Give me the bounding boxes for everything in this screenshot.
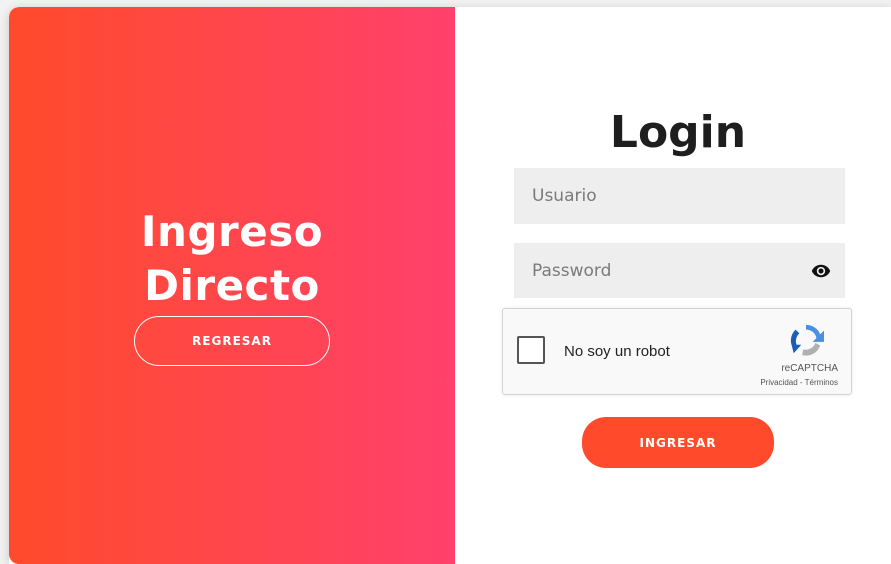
recaptcha-label: No soy un robot bbox=[564, 343, 670, 360]
login-card: Ingreso Directo REGRESAR Login No soy un… bbox=[9, 7, 891, 564]
recaptcha-widget: No soy un robot reCAPTCHA Privacidad - T… bbox=[502, 308, 852, 395]
recaptcha-links: Privacidad - Términos bbox=[760, 378, 838, 387]
login-submit-button[interactable]: INGRESAR bbox=[582, 417, 774, 468]
eye-icon[interactable] bbox=[811, 261, 831, 281]
overlay-title-line2: Directo bbox=[144, 261, 320, 310]
password-input[interactable] bbox=[514, 243, 845, 298]
page-title: Login bbox=[609, 107, 747, 158]
username-input[interactable] bbox=[514, 168, 845, 224]
back-button[interactable]: REGRESAR bbox=[134, 316, 330, 366]
overlay-title: Ingreso Directo bbox=[9, 205, 455, 313]
recaptcha-checkbox[interactable] bbox=[517, 336, 545, 364]
recaptcha-privacy-link[interactable]: Privacidad bbox=[760, 378, 797, 387]
login-form-panel: Login No soy un robot reCAPTCHA Privacid… bbox=[455, 7, 891, 564]
overlay-title-line1: Ingreso bbox=[140, 207, 324, 256]
recaptcha-link-separator: - bbox=[797, 378, 805, 387]
recaptcha-terms-link[interactable]: Términos bbox=[805, 378, 838, 387]
recaptcha-logo-icon bbox=[790, 324, 824, 356]
recaptcha-brand: reCAPTCHA bbox=[781, 363, 838, 374]
overlay-panel: Ingreso Directo REGRESAR bbox=[9, 7, 455, 564]
